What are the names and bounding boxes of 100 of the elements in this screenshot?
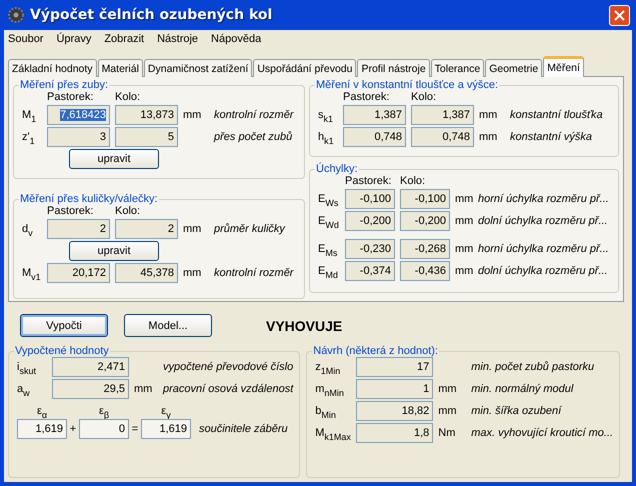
menu-item[interactable]: Zobrazit bbox=[104, 33, 144, 49]
unit-label: mm bbox=[455, 193, 473, 205]
tab[interactable]: Uspořádání převodu bbox=[253, 59, 356, 77]
unit-label: mm bbox=[479, 131, 498, 143]
value-field[interactable]: 1,619 bbox=[17, 419, 67, 439]
menu-item[interactable]: Soubor bbox=[8, 33, 44, 49]
unit-label: mm bbox=[479, 109, 498, 121]
description-label: horní úchylka rozměru př... bbox=[478, 193, 610, 205]
value-field[interactable]: -0,268 bbox=[400, 239, 450, 259]
description-label: konstantní výška bbox=[510, 131, 593, 143]
description-label: konstantní tloušťka bbox=[510, 109, 604, 121]
value-field[interactable]: 7,618423 bbox=[47, 105, 110, 125]
symbol-label: M$_{v1}$ bbox=[22, 267, 42, 279]
action-button[interactable]: Vypočti bbox=[20, 314, 108, 337]
value-field[interactable]: 20,172 bbox=[47, 263, 110, 283]
value-field[interactable]: 1,387 bbox=[411, 105, 474, 125]
symbol-label: M$_{k1Max}$ bbox=[315, 427, 352, 439]
symbol-label: m$_{nMin}$ bbox=[315, 383, 345, 395]
window-title: Výpočet čelních ozubených kol bbox=[30, 7, 274, 23]
description-label: kontrolní rozměr bbox=[214, 267, 295, 279]
value-field[interactable]: 0,748 bbox=[343, 127, 406, 147]
result-status: VYHOVUJE bbox=[266, 318, 342, 334]
group-title: Měření přes kuličky/válečky: bbox=[19, 193, 159, 205]
value-field[interactable]: 5 bbox=[115, 127, 178, 147]
value-field[interactable]: 1,387 bbox=[343, 105, 406, 125]
value-field[interactable]: -0,374 bbox=[345, 261, 395, 281]
description-label: max. vyhovující krouticí mo... bbox=[471, 427, 614, 439]
value-field[interactable]: -0,200 bbox=[400, 211, 450, 231]
description-label: součinitele záběru bbox=[199, 423, 289, 435]
tab[interactable]: Geometrie bbox=[485, 59, 542, 77]
description-label: pracovní osová vzdálenost bbox=[163, 383, 294, 395]
symbol-label: E$_{Ws}$ bbox=[318, 193, 340, 205]
value-field[interactable]: -0,200 bbox=[345, 211, 395, 231]
value-field[interactable]: 2 bbox=[115, 219, 178, 239]
description-label: min. počet zubů pastorku bbox=[471, 361, 596, 373]
value-field[interactable]: 45,378 bbox=[115, 263, 178, 283]
value-field[interactable]: -0,230 bbox=[345, 239, 395, 259]
value-field[interactable]: 0 bbox=[79, 419, 129, 439]
value-field[interactable]: 2 bbox=[47, 219, 110, 239]
unit-label: mm bbox=[455, 215, 473, 227]
description-label: min. normálný modul bbox=[471, 383, 574, 395]
value-field[interactable]: 1,8 bbox=[356, 423, 434, 443]
column-header: Pastorek: bbox=[343, 91, 390, 103]
value-field[interactable]: 18,82 bbox=[356, 401, 434, 421]
symbol-label: E$_{Wd}$ bbox=[318, 215, 340, 227]
value-field[interactable]: 3 bbox=[47, 127, 110, 147]
symbol-label: a$_{w}$ bbox=[17, 383, 31, 395]
column-header: Pastorek: bbox=[47, 205, 94, 217]
group-title: Úchylky: bbox=[315, 163, 359, 175]
value-field[interactable]: 2,471 bbox=[52, 357, 129, 377]
tab[interactable]: Měření bbox=[543, 56, 584, 77]
symbol-label: E$_{Ms}$ bbox=[318, 243, 338, 255]
edit-button[interactable]: upravit bbox=[69, 241, 159, 261]
column-header: Pastorek: bbox=[47, 91, 94, 103]
column-header: Kolo: bbox=[115, 205, 142, 217]
tab[interactable]: Profil nástroje bbox=[357, 59, 430, 77]
value-field[interactable]: 1 bbox=[356, 379, 434, 399]
value-field[interactable]: 17 bbox=[356, 357, 434, 377]
action-button[interactable]: Model... bbox=[124, 314, 212, 337]
value-field[interactable]: 1,619 bbox=[141, 419, 191, 439]
unit-label: Nm bbox=[438, 427, 456, 439]
unit-label: mm bbox=[183, 267, 202, 279]
unit-label: mm bbox=[183, 109, 202, 121]
value-field[interactable]: -0,436 bbox=[400, 261, 450, 281]
value-field[interactable]: 29,5 bbox=[52, 379, 129, 399]
menu-item[interactable]: Nástroje bbox=[157, 33, 198, 49]
symbol-label: E$_{Md}$ bbox=[318, 265, 339, 277]
group-title: Měření v konstantní tloušťce a výšce: bbox=[315, 79, 500, 91]
group-title: Vypočtené hodnoty bbox=[14, 345, 110, 357]
description-label: přes počet zubů bbox=[214, 131, 294, 143]
unit-label: mm bbox=[455, 243, 473, 255]
tab[interactable]: Tolerance bbox=[430, 59, 484, 77]
symbol-label: z'$_{1}$ bbox=[22, 131, 36, 143]
tab[interactable]: Materiál bbox=[98, 59, 143, 77]
symbol-label: z$_{1Min}$ bbox=[315, 361, 342, 373]
tab[interactable]: Dynamičnost zatížení bbox=[144, 59, 252, 77]
column-header: Kolo: bbox=[115, 91, 142, 103]
column-header: Kolo: bbox=[400, 175, 426, 187]
description-label: dolní úchylka rozměru př... bbox=[478, 215, 609, 227]
unit-label: mm bbox=[455, 265, 473, 277]
value-field[interactable]: 0,748 bbox=[411, 127, 474, 147]
edit-button[interactable]: upravit bbox=[69, 149, 159, 169]
gear-icon bbox=[8, 7, 24, 23]
operator-sign: + bbox=[69, 423, 77, 435]
value-field[interactable]: 13,873 bbox=[115, 105, 178, 125]
close-button[interactable] bbox=[609, 4, 630, 26]
operator-sign: = bbox=[131, 423, 139, 435]
menu-item[interactable]: Nápověda bbox=[211, 33, 262, 49]
menu-item[interactable]: Úpravy bbox=[56, 33, 92, 49]
tab[interactable]: Základní hodnoty bbox=[8, 59, 97, 77]
description-label: min. šířka ozubení bbox=[471, 405, 563, 417]
unit-label: mm bbox=[134, 383, 154, 395]
value-field[interactable]: -0,100 bbox=[345, 189, 395, 209]
description-label: kontrolní rozměr bbox=[214, 109, 295, 121]
unit-label: mm bbox=[183, 223, 202, 235]
description-label: vypočtené převodové číslo bbox=[163, 361, 294, 373]
description-label: dolní úchylka rozměru př... bbox=[478, 265, 609, 277]
value-field[interactable]: -0,100 bbox=[400, 189, 450, 209]
symbol-label: ε$_{α}$ bbox=[36, 405, 48, 417]
symbol-label: M$_{1}$ bbox=[22, 109, 38, 121]
